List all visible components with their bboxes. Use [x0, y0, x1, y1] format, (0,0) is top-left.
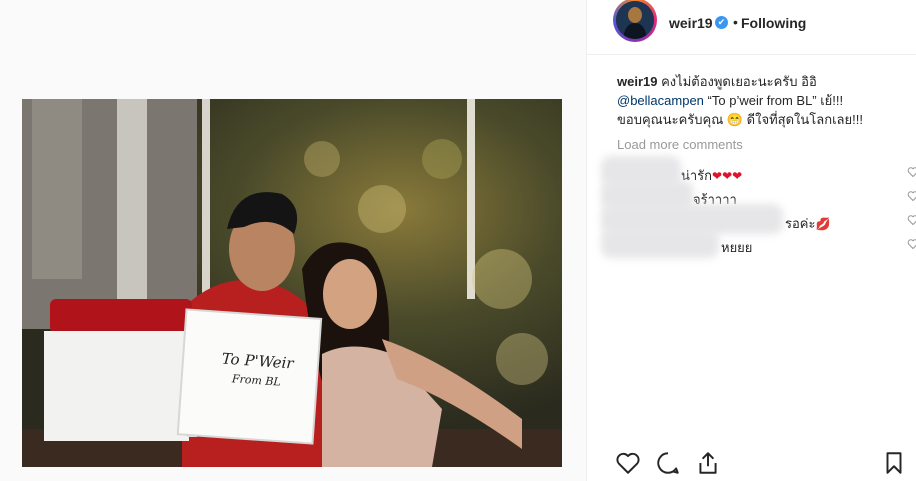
comment-text-wrap: รอค่ะ💋 — [785, 213, 830, 234]
caption-line-3: ขอบคุณนะครับคุณ 😁 ดีใจที่สุดในโลกเลย!!! — [617, 112, 863, 127]
comment-icon[interactable] — [655, 450, 681, 476]
heart-icon[interactable] — [615, 450, 641, 476]
comment-like-heart-icon[interactable] — [907, 238, 916, 250]
comment-hearts: 💋 — [815, 217, 831, 231]
header-divider — [587, 54, 916, 55]
avatar-image — [616, 1, 654, 39]
post-caption: weir19 คงไม่ต้องพูดเยอะนะครับ อิอิ @bell… — [617, 72, 916, 129]
post-photo[interactable]: To P'Weir From BL — [22, 99, 562, 467]
comment-hearts: ❤❤❤ — [712, 169, 743, 183]
header-separator: • — [733, 14, 738, 30]
post-header: weir19 ✔ • Following — [587, 0, 916, 48]
comment-row: หยยย — [601, 228, 916, 258]
following-button[interactable]: Following — [741, 15, 806, 31]
caption-text-1: คงไม่ต้องพูดเยอะนะครับ อิอิ — [661, 74, 817, 89]
avatar-ring[interactable] — [613, 0, 657, 42]
blurred-username — [601, 228, 719, 258]
photo-illustration — [22, 99, 562, 467]
gift-box-text: To P'Weir From BL — [211, 348, 304, 394]
post-username[interactable]: weir19 — [669, 15, 713, 31]
avatar[interactable] — [616, 1, 654, 39]
caption-mention[interactable]: @bellacampen — [617, 93, 704, 108]
photo-area: To P'Weir From BL — [0, 0, 586, 481]
caption-text-2: “To p’weir from BL” เย้!!! — [707, 93, 844, 108]
post-actions — [587, 440, 916, 480]
comment-text: หยยย — [721, 240, 753, 255]
bookmark-icon[interactable] — [881, 450, 907, 476]
comment-row: น่ารัก❤❤❤ — [601, 156, 916, 186]
verified-badge-icon: ✔ — [715, 16, 728, 29]
caption-line-1: weir19 คงไม่ต้องพูดเยอะนะครับ อิอิ — [617, 72, 916, 91]
comment-row: จร้าาาา — [601, 180, 916, 210]
load-more-comments[interactable]: Load more comments — [617, 137, 743, 152]
comment-like-heart-icon[interactable] — [907, 166, 916, 178]
caption-line-2: @bellacampen “To p’weir from BL” เย้!!! — [617, 91, 916, 110]
comment-row: รอค่ะ💋 — [601, 204, 916, 234]
comment-like-heart-icon[interactable] — [907, 190, 916, 202]
comment-like-heart-icon[interactable] — [907, 214, 916, 226]
comment-text: รอค่ะ — [785, 216, 816, 231]
post-side-panel: weir19 ✔ • Following weir19 คงไม่ต้องพูด… — [586, 0, 916, 481]
caption-username[interactable]: weir19 — [617, 74, 657, 89]
share-icon[interactable] — [695, 450, 721, 476]
